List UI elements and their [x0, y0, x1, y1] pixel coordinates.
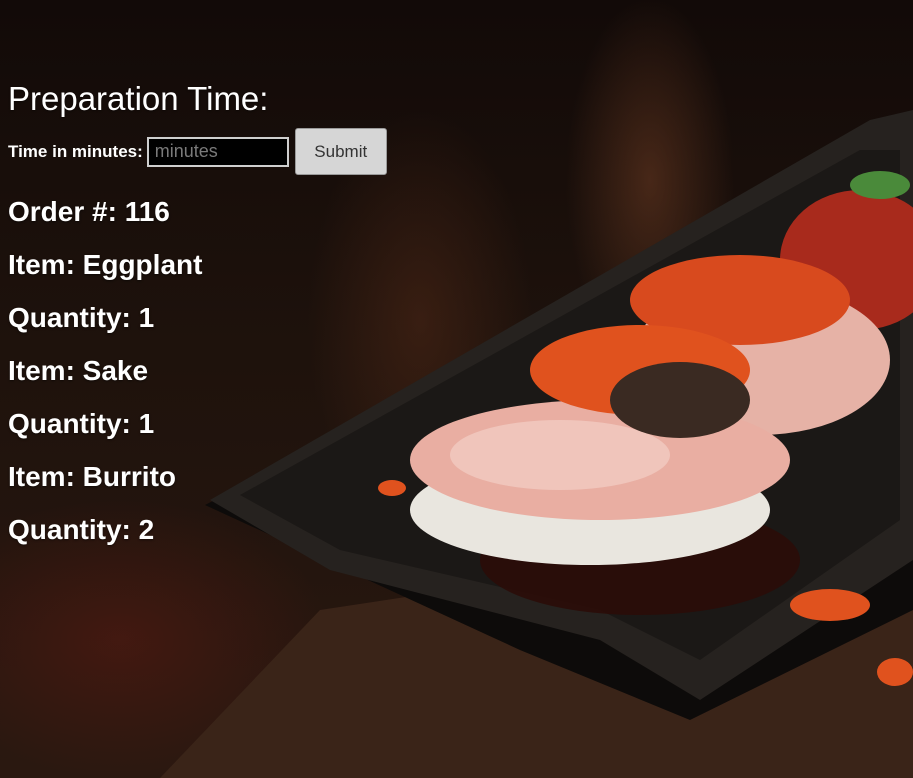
minutes-input[interactable] [146, 136, 289, 167]
order-item: Item: Eggplant [8, 249, 203, 280]
order-quantity: Quantity: 2 [8, 514, 155, 545]
roe-scatter-3 [378, 480, 406, 496]
garnish [850, 171, 910, 199]
submit-button[interactable]: Submit [294, 128, 387, 175]
order-item: Item: Burrito [8, 461, 176, 492]
time-label: Time in minutes: [8, 141, 143, 161]
prep-time-form: Time in minutes: Submit [8, 128, 387, 175]
order-number: Order #: 116 [8, 196, 170, 227]
order-item: Item: Sake [8, 355, 149, 386]
page-title: Preparation Time: [8, 80, 269, 117]
roe-scatter-2 [877, 658, 913, 686]
order-quantity: Quantity: 1 [8, 302, 155, 333]
sushi-front-topping [610, 362, 750, 438]
roe-scatter-1 [790, 589, 870, 621]
order-quantity: Quantity: 1 [8, 408, 155, 439]
